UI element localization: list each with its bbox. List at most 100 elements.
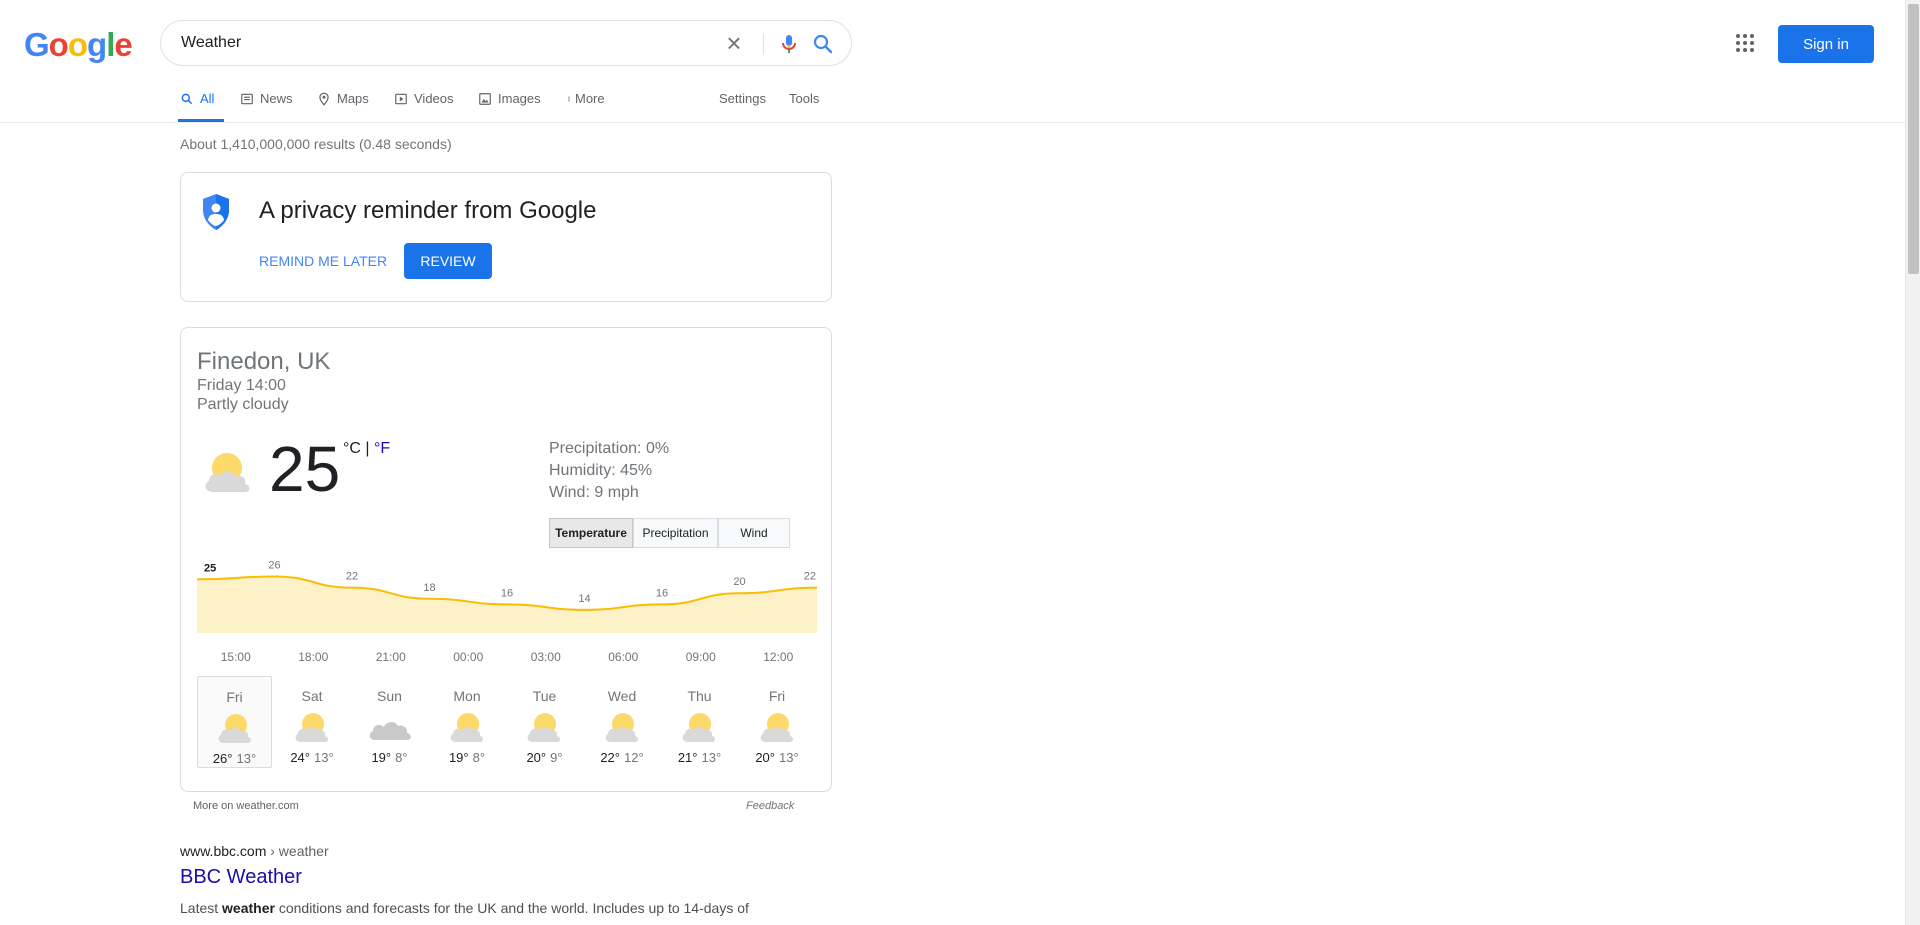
day-name: Mon [453, 688, 481, 704]
tab-more[interactable]: More [566, 88, 605, 122]
logo-letter: G [24, 26, 50, 63]
weather-condition: Partly cloudy [197, 396, 289, 413]
day-forecast-thu[interactable]: Thu 21° 13° [662, 676, 737, 768]
temperature-button[interactable]: Temperature [549, 518, 633, 548]
tab-images[interactable]: Images [478, 88, 541, 122]
hour-tick-label: 21:00 [375, 650, 406, 664]
day-forecast-sun[interactable]: Sun 19° 8° [352, 676, 427, 768]
tab-all[interactable]: All [178, 88, 225, 122]
celsius-unit[interactable]: °C [343, 440, 361, 457]
close-icon[interactable]: × [721, 30, 747, 57]
remind-me-later-button[interactable]: REMIND ME LATER [259, 253, 387, 269]
cloudy-icon [369, 721, 411, 740]
search-box[interactable]: × [160, 20, 852, 66]
tab-label: Maps [337, 91, 369, 106]
low-temp: 12° [624, 750, 644, 765]
temperature-data-label: 26 [268, 560, 280, 572]
microphone-icon[interactable] [777, 32, 801, 56]
day-forecast-fri[interactable]: Fri 20° 13° [740, 676, 815, 768]
day-name: Thu [687, 688, 712, 704]
page-scrollbar[interactable] [1905, 0, 1920, 925]
hour-tick-label: 06:00 [608, 650, 639, 664]
scrollbar-thumb[interactable] [1908, 4, 1919, 274]
partly-cloudy-icon [760, 713, 793, 742]
tab-news[interactable]: News [240, 88, 293, 122]
partly-cloudy-icon [682, 713, 715, 742]
map-pin-icon [319, 92, 329, 106]
weather-time: Friday 14:00 [197, 377, 286, 394]
video-icon [395, 93, 407, 105]
day-temps: 21° 13° [662, 750, 737, 765]
high-temp: 24° [290, 750, 310, 765]
high-temp: 20° [526, 750, 547, 765]
precipitation-button[interactable]: Precipitation [633, 518, 718, 548]
tab-settings[interactable]: Settings [719, 88, 766, 122]
snippet-text: Latest [180, 900, 223, 916]
result-title-link[interactable]: BBC Weather [180, 866, 302, 889]
fahrenheit-unit[interactable]: °F [374, 440, 390, 457]
more-on-weather-link[interactable]: More on weather.com [193, 800, 299, 812]
day-forecast-sat[interactable]: Sat 24° 13° [275, 676, 350, 768]
unit-toggle: °C | °F [343, 440, 390, 458]
result-breadcrumb: › weather [266, 843, 329, 859]
day-forecast-fri[interactable]: Fri 26° 13° [197, 676, 272, 768]
tab-videos[interactable]: Videos [394, 88, 454, 122]
day-name: Fri [226, 689, 243, 705]
sign-in-button[interactable]: Sign in [1778, 25, 1874, 63]
logo-letter: e [114, 26, 132, 63]
result-snippet: Latest weather conditions and forecasts … [180, 897, 780, 919]
tab-maps[interactable]: Maps [317, 88, 369, 122]
search-divider [763, 33, 764, 55]
day-forecast-tue[interactable]: Tue 20° 9° [507, 676, 582, 768]
low-temp: 13° [314, 750, 334, 765]
shield-icon [203, 194, 229, 230]
feedback-link[interactable]: Feedback [746, 800, 794, 812]
low-temp: 8° [395, 750, 408, 765]
current-temperature: 25 [269, 433, 341, 505]
day-name: Fri [768, 688, 786, 704]
day-temps: 20° 13° [740, 750, 815, 765]
unit-separator: | [360, 440, 374, 457]
more-vert-icon [568, 96, 570, 102]
high-temp: 19° [371, 750, 392, 765]
wind-button[interactable]: Wind [718, 518, 790, 548]
search-icon [181, 93, 193, 105]
day-forecast-mon[interactable]: Mon 19° 8° [430, 676, 505, 768]
privacy-reminder-card: A privacy reminder from Google REMIND ME… [180, 172, 832, 302]
high-temp: 19° [448, 750, 469, 765]
partly-cloudy-icon [450, 713, 483, 742]
privacy-title: A privacy reminder from Google [259, 197, 597, 224]
low-temp: 9° [550, 750, 563, 765]
partly-cloudy-icon [527, 713, 560, 742]
high-temp: 26° [212, 751, 233, 766]
high-temp: 20° [755, 750, 775, 765]
high-temp: 21° [677, 750, 698, 765]
low-temp: 13° [236, 751, 257, 766]
google-logo[interactable]: Google [24, 26, 133, 64]
tab-label: Videos [414, 91, 454, 106]
day-temps: 22° 12° [585, 750, 660, 765]
day-temps: 26° 13° [198, 751, 271, 766]
low-temp: 13° [701, 750, 722, 765]
tabs-divider [0, 122, 1905, 123]
humidity-value: Humidity: 45% [549, 462, 653, 479]
news-icon [241, 93, 253, 105]
review-button[interactable]: REVIEW [404, 243, 492, 279]
weather-metric-toggle: Temperature Precipitation Wind [549, 518, 790, 548]
weather-details: Precipitation: 0% Humidity: 45% Wind: 9 … [549, 438, 669, 504]
day-temps: 20° 9° [507, 750, 582, 765]
logo-letter: o [48, 26, 69, 63]
hour-tick-label: 15:00 [220, 650, 251, 664]
search-icon[interactable] [811, 32, 835, 56]
partly-cloudy-icon [218, 714, 251, 743]
tab-label: News [260, 91, 293, 106]
day-forecast-wed[interactable]: Wed 22° 12° [585, 676, 660, 768]
day-name: Wed [607, 688, 637, 704]
apps-grid-icon[interactable] [1733, 31, 1757, 55]
search-input[interactable] [181, 31, 701, 55]
tab-label: All [200, 91, 215, 106]
tab-tools[interactable]: Tools [789, 88, 819, 122]
low-temp: 8° [472, 750, 486, 765]
hour-tick-label: 00:00 [453, 650, 484, 664]
day-name: Sun [377, 688, 402, 704]
